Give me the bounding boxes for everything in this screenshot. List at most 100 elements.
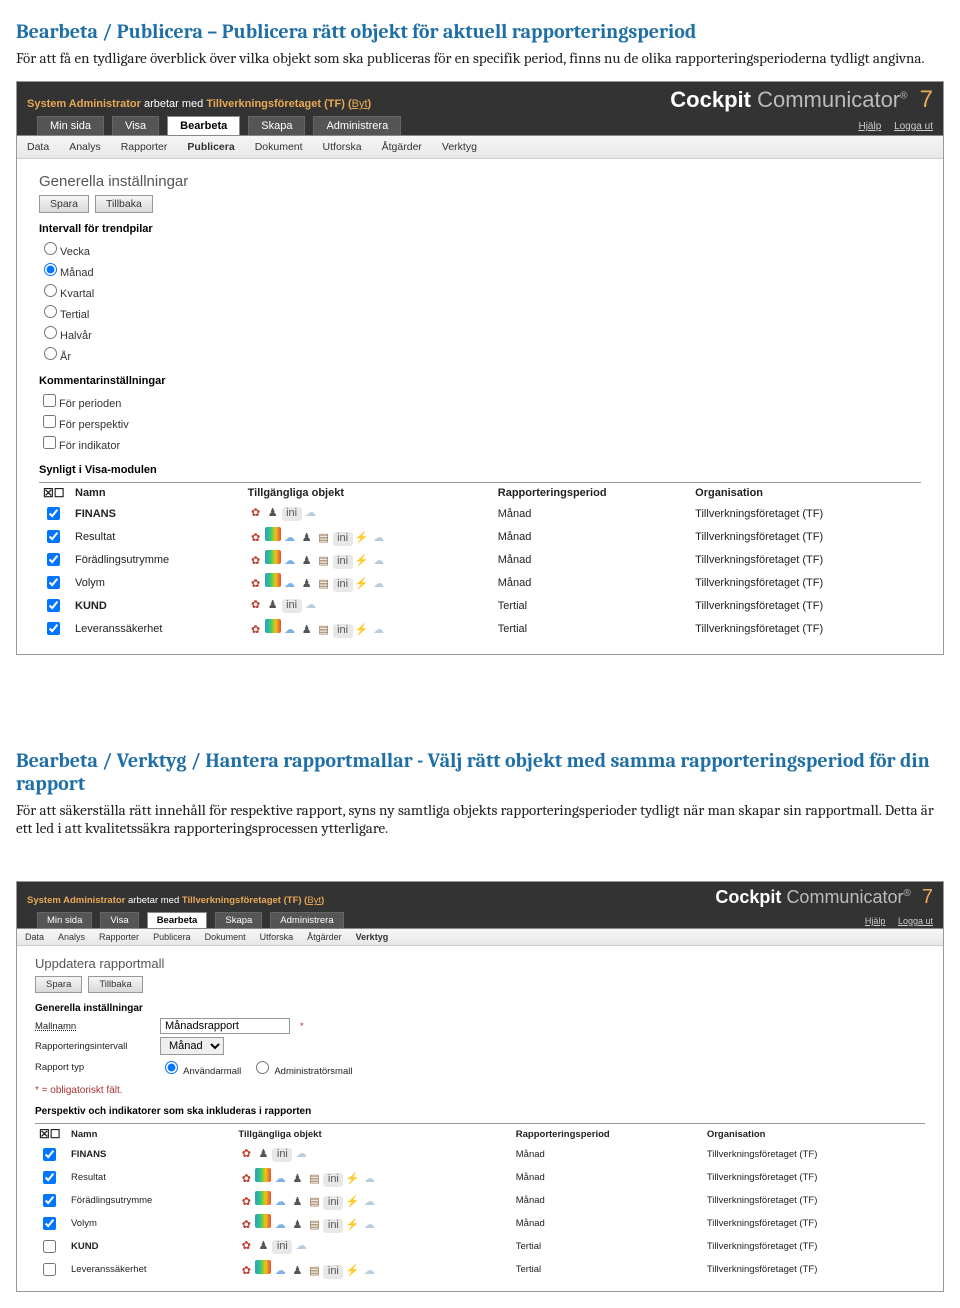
comment-option[interactable]: För perioden: [39, 391, 921, 412]
tab-bearbeta[interactable]: Bearbeta: [147, 912, 208, 928]
main-tabs: Min sida Visa Bearbeta Skapa Administrer…: [27, 910, 933, 928]
section2-title: Bearbeta / Verktyg / Hantera rapportmall…: [16, 749, 944, 795]
row-checkbox[interactable]: [43, 1263, 56, 1276]
sub-tab-rapporter[interactable]: Rapporter: [99, 932, 139, 942]
row-checkbox[interactable]: [43, 1240, 56, 1253]
comment-checkbox[interactable]: [43, 394, 56, 407]
sub-tab-data[interactable]: Data: [27, 141, 49, 153]
interval-option[interactable]: Kvartal: [39, 281, 921, 302]
report-type-admin-radio[interactable]: [256, 1061, 269, 1074]
row-checkbox[interactable]: [43, 1171, 56, 1184]
interval-option[interactable]: Halvår: [39, 323, 921, 344]
col-selectall-icon[interactable]: ☒☐: [35, 1124, 67, 1144]
tab-min-sida[interactable]: Min sida: [37, 912, 92, 928]
initials-icon: ini: [333, 624, 353, 638]
interval-radio[interactable]: [44, 263, 57, 276]
tab-skapa[interactable]: Skapa: [215, 912, 262, 928]
save-button[interactable]: Spara: [39, 195, 89, 213]
report-type-user-radio[interactable]: [165, 1061, 178, 1074]
initials-icon: ini: [323, 1219, 343, 1233]
row-checkbox[interactable]: [43, 1194, 56, 1207]
bar-icon: [255, 1168, 271, 1182]
sub-tab-atgarder[interactable]: Åtgärder: [307, 932, 342, 942]
switch-org-link[interactable]: Byt: [352, 98, 368, 110]
switch-org-link[interactable]: Byt: [307, 895, 321, 906]
person-icon: ♟: [299, 531, 315, 545]
sub-tab-data[interactable]: Data: [25, 932, 44, 942]
row-checkbox[interactable]: [43, 1217, 56, 1230]
cloud-icon: ☁: [293, 1239, 309, 1253]
col-selectall-icon[interactable]: ☒☐: [39, 483, 71, 503]
row-checkbox[interactable]: [47, 622, 60, 635]
section2-body: För att säkerställa rätt innehåll för re…: [16, 801, 944, 837]
sub-tab-rapporter[interactable]: Rapporter: [121, 141, 168, 153]
sub-tab-verktyg[interactable]: Verktyg: [356, 932, 389, 942]
interval-radio[interactable]: [44, 326, 57, 339]
interval-radio[interactable]: [44, 242, 57, 255]
row-checkbox[interactable]: [43, 1148, 56, 1161]
sub-tab-verktyg[interactable]: Verktyg: [442, 141, 477, 153]
col-period: Rapporteringsperiod: [512, 1124, 703, 1144]
interval-radio[interactable]: [44, 347, 57, 360]
sub-tab-analys[interactable]: Analys: [69, 141, 101, 153]
comment-option[interactable]: För indikator: [39, 433, 921, 454]
sub-tab-atgarder[interactable]: Åtgärder: [382, 141, 422, 153]
report-type-user[interactable]: Användarmall: [160, 1058, 241, 1077]
back-button[interactable]: Tillbaka: [88, 976, 142, 993]
template-name-input[interactable]: [160, 1018, 290, 1034]
interval-option[interactable]: Tertial: [39, 302, 921, 323]
tab-administrera[interactable]: Administrera: [270, 912, 343, 928]
row-checkbox[interactable]: [47, 507, 60, 520]
sub-tab-utforska[interactable]: Utforska: [323, 141, 362, 153]
save-button[interactable]: Spara: [35, 976, 82, 993]
person-icon: ♟: [289, 1264, 305, 1278]
tab-skapa[interactable]: Skapa: [248, 116, 305, 135]
row-org: Tillverkningsföretaget (TF): [703, 1166, 925, 1189]
row-checkbox[interactable]: [47, 576, 60, 589]
tab-administrera[interactable]: Administrera: [313, 116, 401, 135]
interval-option[interactable]: Vecka: [39, 239, 921, 260]
logout-link[interactable]: Logga ut: [898, 916, 933, 926]
app1-userline: System Administrator arbetar med Tillver…: [27, 98, 371, 114]
back-button[interactable]: Tillbaka: [95, 195, 153, 213]
sub-tab-publicera[interactable]: Publicera: [187, 141, 234, 153]
book-icon: ▤: [316, 577, 332, 591]
tab-bearbeta[interactable]: Bearbeta: [167, 116, 240, 135]
cloud-icon: ☁: [282, 531, 298, 545]
bar-icon: [265, 550, 281, 564]
help-link[interactable]: Hjälp: [865, 916, 886, 926]
help-link[interactable]: Hjälp: [858, 121, 881, 132]
interval-select[interactable]: Månad: [160, 1037, 224, 1055]
row-checkbox[interactable]: [47, 553, 60, 566]
sub-tab-dokument[interactable]: Dokument: [205, 932, 246, 942]
row-checkbox[interactable]: [47, 599, 60, 612]
sub-tab-analys[interactable]: Analys: [58, 932, 85, 942]
table-row: FINANS✿♟ini☁MånadTillverkningsföretaget …: [35, 1143, 925, 1166]
comment-option[interactable]: För perspektiv: [39, 412, 921, 433]
sub-tab-utforska[interactable]: Utforska: [260, 932, 294, 942]
interval-radio[interactable]: [44, 284, 57, 297]
comment-checkbox[interactable]: [43, 436, 56, 449]
row-period: Tertial: [494, 617, 691, 640]
interval-option[interactable]: Månad: [39, 260, 921, 281]
template-table: ☒☐ Namn Tillgängliga objekt Rapportering…: [35, 1123, 925, 1281]
interval-radio[interactable]: [44, 305, 57, 318]
tab-min-sida[interactable]: Min sida: [37, 116, 104, 135]
row-checkbox[interactable]: [47, 530, 60, 543]
tab-visa[interactable]: Visa: [100, 912, 138, 928]
tab-visa[interactable]: Visa: [112, 116, 159, 135]
report-type-admin[interactable]: Administratörsmall: [251, 1058, 352, 1077]
comment-checkbox[interactable]: [43, 415, 56, 428]
app1-content: Generella inställningar Spara Tillbaka I…: [17, 159, 943, 654]
sub-tab-publicera[interactable]: Publicera: [153, 932, 191, 942]
initials-icon: ini: [272, 1148, 292, 1162]
app1-window: System Administrator arbetar med Tillver…: [16, 81, 944, 655]
person-icon: ♟: [299, 623, 315, 637]
bolt-icon: ⚡: [344, 1264, 360, 1278]
logout-link[interactable]: Logga ut: [894, 121, 933, 132]
row-name: FINANS: [71, 502, 244, 525]
perspective-heading: Perspektiv och indikatorer som ska inklu…: [35, 1106, 925, 1117]
sub-tab-dokument[interactable]: Dokument: [255, 141, 303, 153]
interval-option[interactable]: År: [39, 344, 921, 365]
app1-sub-tabs: Data Analys Rapporter Publicera Dokument…: [17, 135, 943, 159]
